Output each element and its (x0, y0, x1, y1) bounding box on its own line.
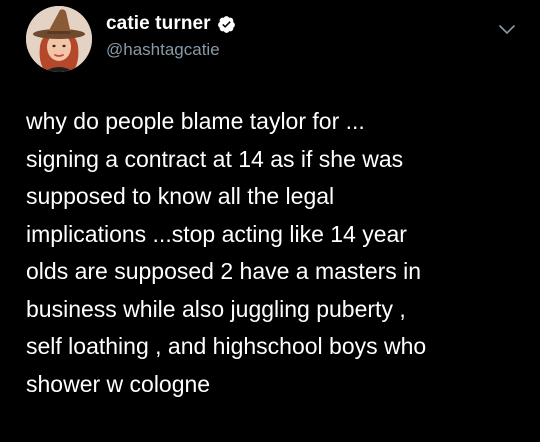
display-name-row: catie turner (106, 12, 236, 36)
avatar[interactable] (26, 6, 92, 72)
tweet-card: catie turner @hashtagcatie why do people… (0, 0, 540, 442)
tweet-header: catie turner @hashtagcatie (26, 6, 526, 76)
chevron-down-icon[interactable] (496, 18, 518, 40)
verified-badge-icon (217, 15, 236, 34)
avatar-illustration (26, 6, 92, 72)
display-name[interactable]: catie turner (106, 13, 211, 35)
author-names: catie turner @hashtagcatie (106, 12, 236, 60)
tweet-text: why do people blame taylor for ... signi… (26, 108, 427, 397)
handle[interactable]: @hashtagcatie (106, 40, 236, 60)
